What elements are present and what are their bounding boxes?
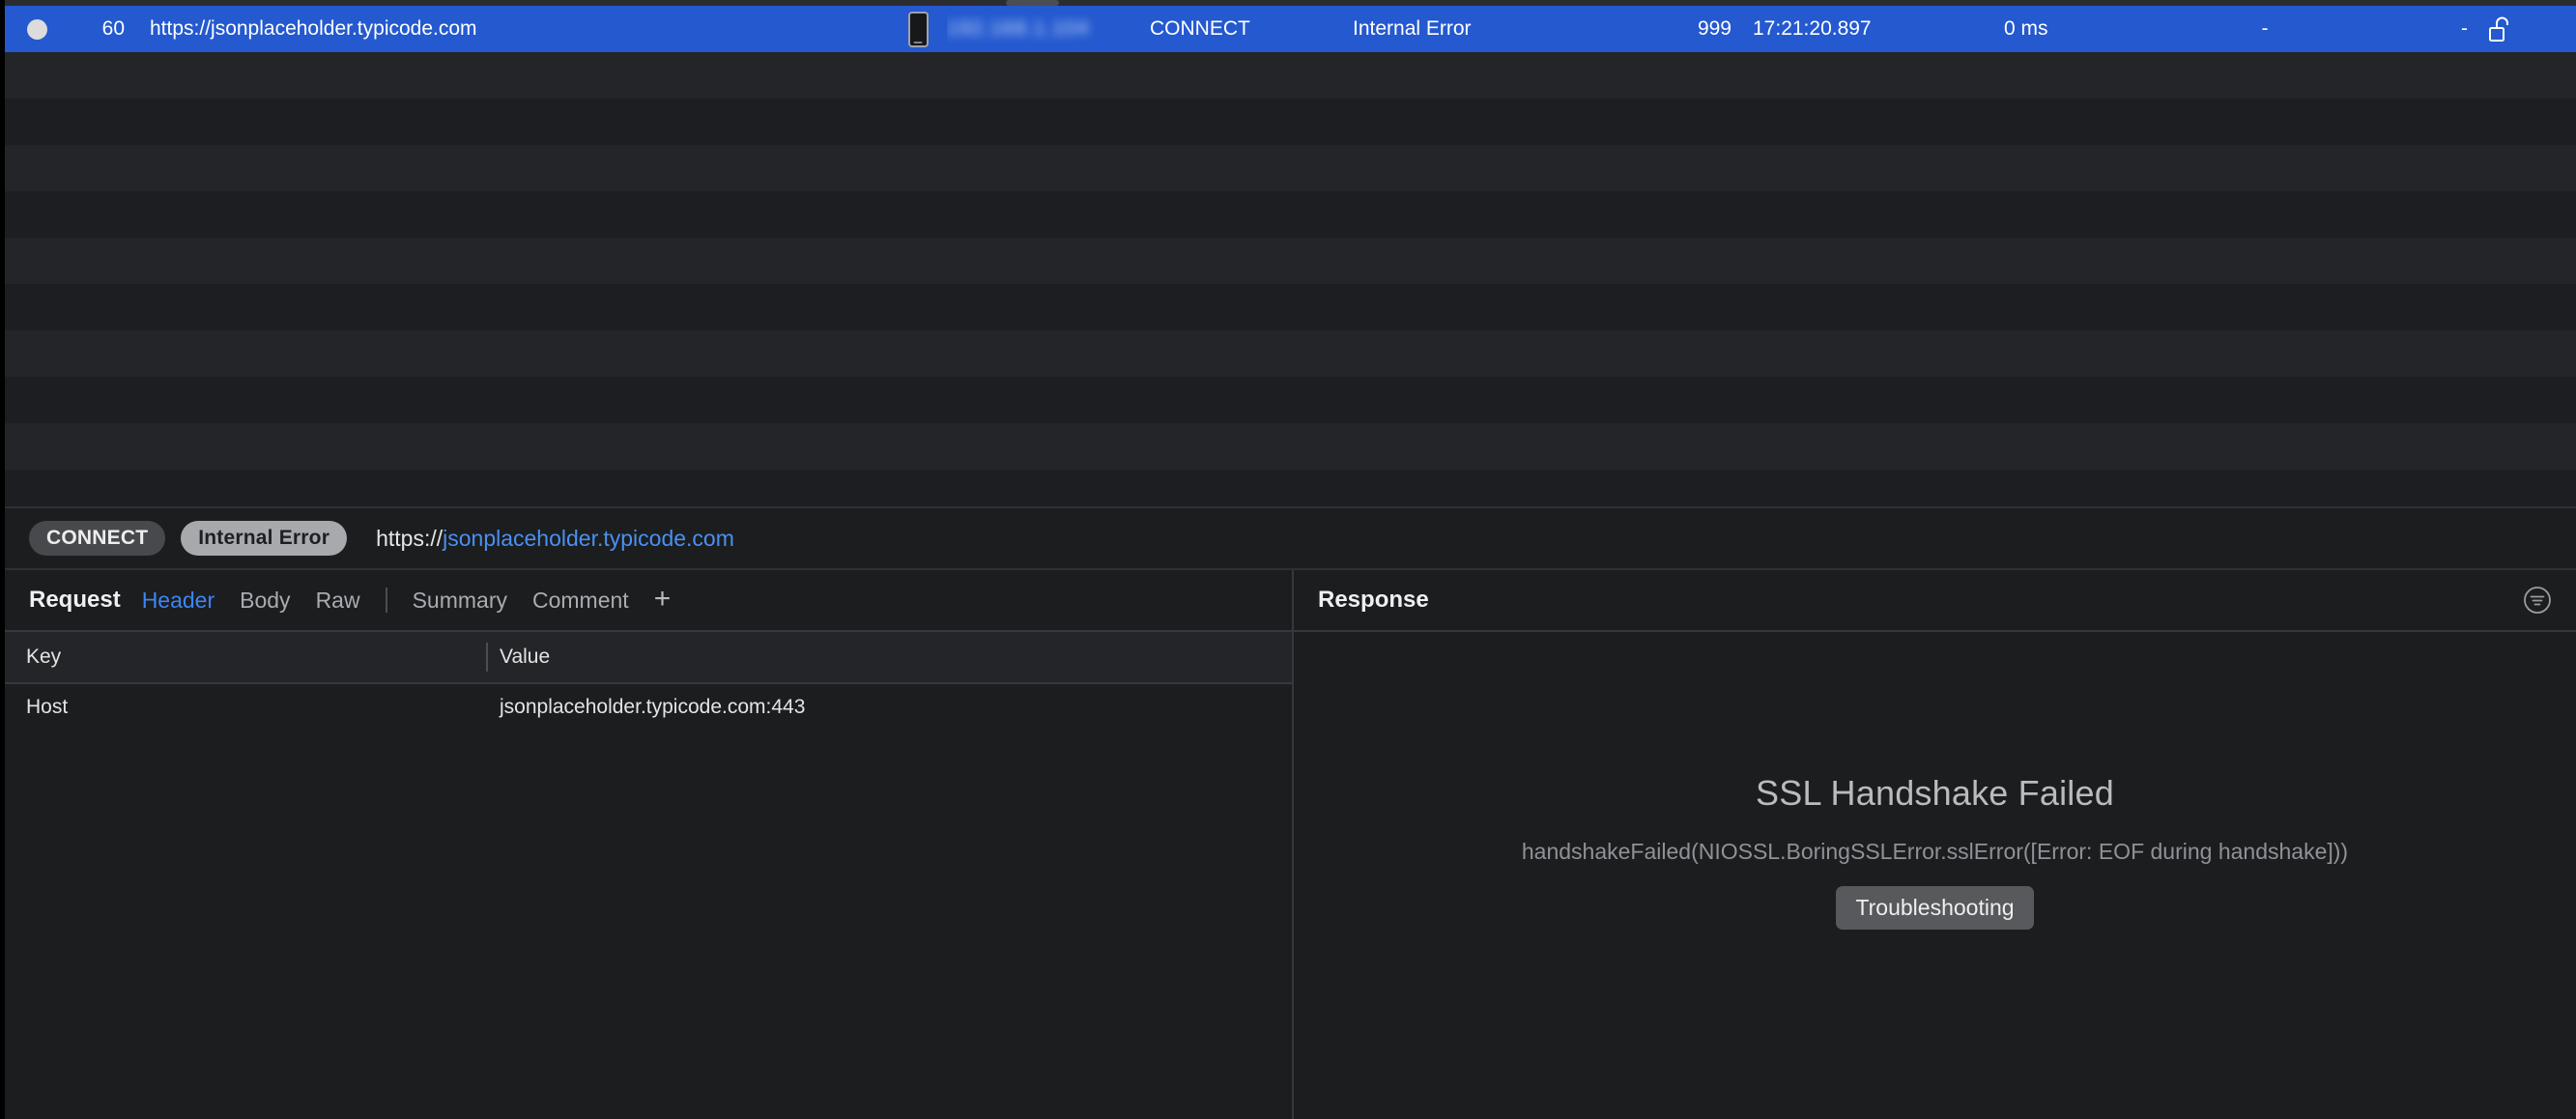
ip-address-text: 192.168.1.104 <box>947 17 1090 40</box>
error-title: SSL Handshake Failed <box>1756 773 2114 813</box>
detail-split: Request Header Body Raw Summary Comment … <box>5 570 2576 1119</box>
unlocked-icon <box>2489 16 2508 42</box>
breadcrumb: CONNECT Internal Error https://jsonplace… <box>5 506 2576 570</box>
table-row[interactable] <box>5 330 2576 377</box>
table-row[interactable] <box>5 377 2576 423</box>
tab-divider <box>385 588 387 613</box>
row-size: 999 <box>1697 17 1732 40</box>
tab-comment[interactable]: Comment <box>532 588 629 614</box>
table-row-selected[interactable]: 60 https://jsonplaceholder.typicode.com … <box>5 6 2576 52</box>
proxyman-window: 60 https://jsonplaceholder.typicode.com … <box>0 0 2576 1119</box>
device-cell <box>889 11 947 47</box>
table-row[interactable] <box>5 99 2576 145</box>
tab-header[interactable]: Header <box>142 588 215 614</box>
row-number: 60 <box>101 17 125 40</box>
breadcrumb-status-pill[interactable]: Internal Error <box>181 521 348 556</box>
phone-icon <box>907 11 929 47</box>
breadcrumb-url-host: jsonplaceholder.typicode.com <box>443 525 734 551</box>
horizontal-scrollbar[interactable] <box>5 0 2576 6</box>
troubleshooting-button[interactable]: Troubleshooting <box>1836 886 2034 930</box>
kv-table-header: Key Value <box>5 632 1292 684</box>
row-url: https://jsonplaceholder.typicode.com <box>150 17 477 40</box>
response-pane-title: Response <box>1318 587 1429 613</box>
row-method: CONNECT <box>1150 17 1250 40</box>
add-tab-icon[interactable]: + <box>654 584 672 614</box>
breadcrumb-method-pill[interactable]: CONNECT <box>29 521 166 556</box>
row-duration: 0 ms <box>2004 17 2048 40</box>
table-row[interactable] <box>5 284 2576 330</box>
tab-raw[interactable]: Raw <box>316 588 360 614</box>
filter-lines-circle-icon[interactable] <box>2523 586 2552 615</box>
row-status: Internal Error <box>1353 17 1472 40</box>
scrollbar-thumb[interactable] <box>1006 0 1059 6</box>
table-row[interactable] <box>5 191 2576 238</box>
filled-circle-icon <box>26 18 47 40</box>
kv-row[interactable]: Host jsonplaceholder.typicode.com:443 <box>5 684 1292 731</box>
row-col-d1: - <box>2261 17 2269 40</box>
kv-table-body: Host jsonplaceholder.typicode.com:443 <box>5 684 1292 1119</box>
lock-cell <box>2468 16 2576 42</box>
row-ip-cell: 192.168.1.104 <box>947 14 1131 43</box>
kv-row-value: jsonplaceholder.typicode.com:443 <box>500 696 806 718</box>
request-pane-header: Request Header Body Raw Summary Comment … <box>5 570 1292 632</box>
ip-address-redacted: 192.168.1.104 <box>947 14 1119 43</box>
response-empty-state: SSL Handshake Failed handshakeFailed(NIO… <box>1294 632 2576 1119</box>
breadcrumb-url[interactable]: https://jsonplaceholder.typicode.com <box>376 526 734 552</box>
response-pane: Response SSL Handshake Failed handshakeF… <box>1294 570 2576 1119</box>
table-row[interactable] <box>5 145 2576 191</box>
table-row[interactable] <box>5 470 2576 506</box>
column-header-value[interactable]: Value <box>488 646 1292 669</box>
tab-summary[interactable]: Summary <box>413 588 507 614</box>
tab-body[interactable]: Body <box>240 588 290 614</box>
request-list[interactable]: 60 https://jsonplaceholder.typicode.com … <box>5 6 2576 506</box>
status-dot-cell <box>5 18 69 40</box>
column-header-key[interactable]: Key <box>5 643 488 672</box>
row-time: 17:21:20.897 <box>1753 17 1872 40</box>
table-row[interactable] <box>5 423 2576 470</box>
table-row[interactable] <box>5 52 2576 99</box>
request-pane-title: Request <box>29 587 121 613</box>
error-detail: handshakeFailed(NIOSSL.BoringSSLError.ss… <box>1521 839 2349 864</box>
kv-row-key: Host <box>26 696 69 718</box>
table-row[interactable] <box>5 238 2576 284</box>
request-pane: Request Header Body Raw Summary Comment … <box>5 570 1294 1119</box>
row-col-d2: - <box>2461 17 2468 40</box>
response-pane-header: Response <box>1294 570 2576 632</box>
breadcrumb-url-scheme: https:// <box>376 525 444 551</box>
